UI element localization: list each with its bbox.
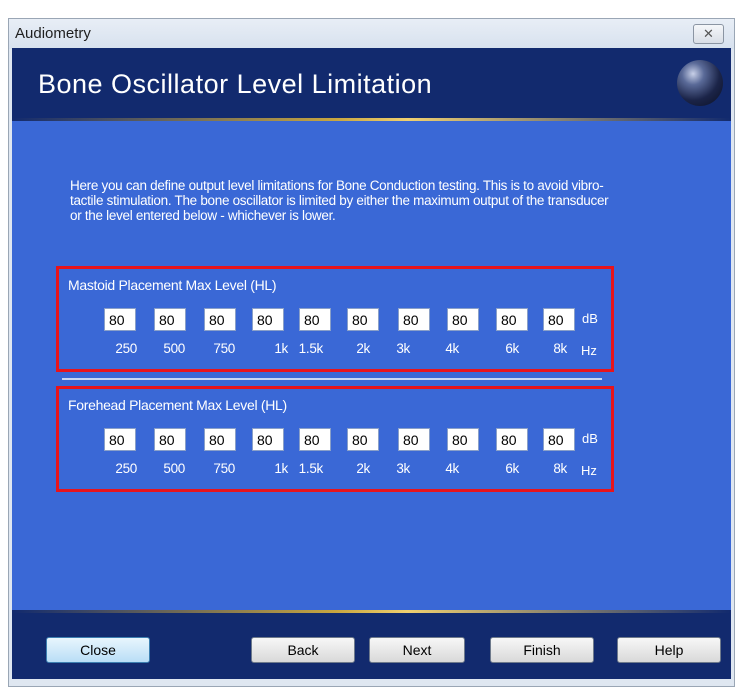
freq-label: 1.5k bbox=[298, 341, 324, 356]
group-separator bbox=[62, 378, 602, 380]
freq-label: 1k bbox=[274, 341, 288, 356]
hz-unit: Hz bbox=[581, 343, 597, 358]
forehead-group: Forehead Placement Max Level (HL) dB 250… bbox=[56, 386, 614, 492]
forehead-1-5k-input[interactable] bbox=[299, 428, 331, 451]
mastoid-label: Mastoid Placement Max Level (HL) bbox=[68, 277, 277, 293]
hz-unit: Hz bbox=[581, 463, 597, 478]
mastoid-250-input[interactable] bbox=[104, 308, 136, 331]
mastoid-1k-input[interactable] bbox=[252, 308, 284, 331]
freq-label: 3k bbox=[396, 341, 410, 356]
forehead-4k-input[interactable] bbox=[447, 428, 479, 451]
forehead-750-input[interactable] bbox=[204, 428, 236, 451]
freq-label: 1.5k bbox=[298, 461, 324, 476]
freq-label: 2k bbox=[356, 461, 370, 476]
freq-label: 1k bbox=[274, 461, 288, 476]
forehead-label: Forehead Placement Max Level (HL) bbox=[68, 397, 287, 413]
mastoid-2k-input[interactable] bbox=[347, 308, 379, 331]
forehead-8k-input[interactable] bbox=[543, 428, 575, 451]
forehead-db-unit: dB bbox=[582, 431, 598, 446]
freq-label: 2k bbox=[356, 341, 370, 356]
freq-label: 6k bbox=[505, 461, 519, 476]
forehead-250-input[interactable] bbox=[104, 428, 136, 451]
header-banner: Bone Oscillator Level Limitation bbox=[12, 48, 731, 118]
freq-label: 750 bbox=[213, 341, 235, 356]
freq-label: 8k bbox=[553, 461, 567, 476]
description-text: Here you can define output level limitat… bbox=[70, 178, 609, 223]
back-button[interactable]: Back bbox=[251, 637, 355, 663]
finish-button[interactable]: Finish bbox=[490, 637, 594, 663]
freq-label: 6k bbox=[505, 341, 519, 356]
mastoid-3k-input[interactable] bbox=[398, 308, 430, 331]
next-button[interactable]: Next bbox=[369, 637, 465, 663]
window-title: Audiometry bbox=[15, 25, 91, 42]
forehead-500-input[interactable] bbox=[154, 428, 186, 451]
mastoid-group: Mastoid Placement Max Level (HL) dB 250 … bbox=[56, 266, 614, 372]
mastoid-6k-input[interactable] bbox=[496, 308, 528, 331]
close-window-button[interactable]: ✕ bbox=[693, 24, 724, 44]
freq-label: 4k bbox=[445, 461, 459, 476]
mastoid-750-input[interactable] bbox=[204, 308, 236, 331]
forehead-2k-input[interactable] bbox=[347, 428, 379, 451]
mastoid-4k-input[interactable] bbox=[447, 308, 479, 331]
forehead-6k-input[interactable] bbox=[496, 428, 528, 451]
freq-label: 4k bbox=[445, 341, 459, 356]
forehead-3k-input[interactable] bbox=[398, 428, 430, 451]
mastoid-8k-input[interactable] bbox=[543, 308, 575, 331]
close-icon: ✕ bbox=[703, 26, 714, 41]
close-button[interactable]: Close bbox=[46, 637, 150, 663]
forehead-1k-input[interactable] bbox=[252, 428, 284, 451]
freq-label: 3k bbox=[396, 461, 410, 476]
mastoid-1-5k-input[interactable] bbox=[299, 308, 331, 331]
freq-label: 500 bbox=[163, 461, 185, 476]
title-bar: Audiometry ✕ bbox=[9, 19, 734, 49]
freq-label: 8k bbox=[553, 341, 567, 356]
orb-logo-icon bbox=[677, 60, 723, 106]
freq-label: 250 bbox=[115, 461, 137, 476]
freq-label: 500 bbox=[163, 341, 185, 356]
mastoid-db-unit: dB bbox=[582, 311, 598, 326]
mastoid-500-input[interactable] bbox=[154, 308, 186, 331]
freq-label: 250 bbox=[115, 341, 137, 356]
page-title: Bone Oscillator Level Limitation bbox=[38, 69, 433, 99]
help-button[interactable]: Help bbox=[617, 637, 721, 663]
freq-label: 750 bbox=[213, 461, 235, 476]
